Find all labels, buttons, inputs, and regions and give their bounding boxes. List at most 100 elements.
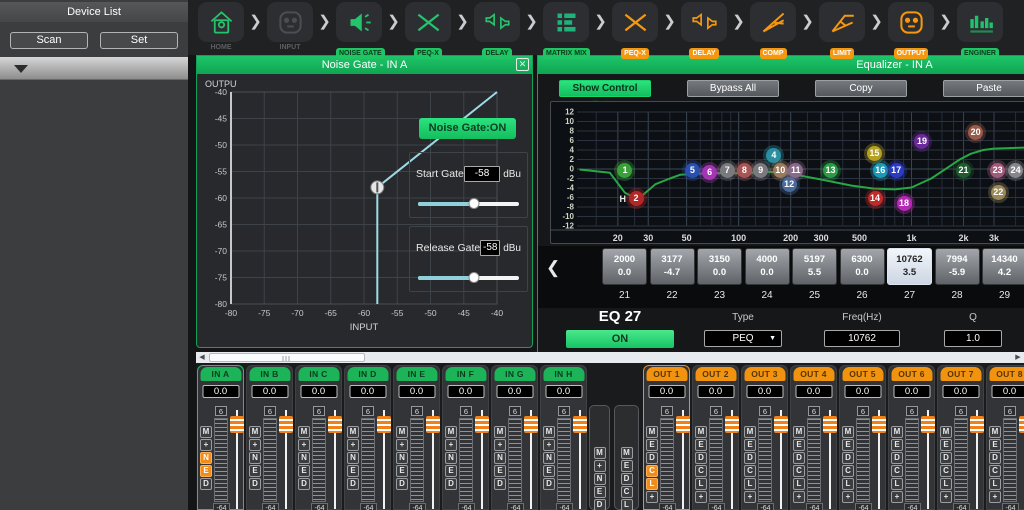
strip-button-c[interactable]: C bbox=[695, 465, 707, 477]
channel-gain-value[interactable]: 0.0 bbox=[545, 385, 582, 398]
strip-button-m[interactable]: M bbox=[200, 426, 212, 438]
strip-button-n[interactable]: N bbox=[543, 452, 555, 464]
strip-button-n[interactable]: N bbox=[396, 452, 408, 464]
eq-point-18[interactable]: 18 bbox=[897, 196, 912, 211]
scroll-right-icon[interactable]: ▶ bbox=[1013, 352, 1023, 363]
fader-handle[interactable] bbox=[426, 416, 440, 433]
channel-label[interactable]: OUT 4 bbox=[793, 367, 834, 381]
strip-button-c[interactable]: C bbox=[891, 465, 903, 477]
channel-gain-value[interactable]: 0.0 bbox=[844, 385, 881, 398]
start-gate-slider-thumb[interactable] bbox=[468, 198, 479, 209]
strip-button-l[interactable]: L bbox=[940, 478, 952, 490]
band-cell-24[interactable]: 40000.0 bbox=[745, 248, 790, 285]
strip-button-c[interactable]: C bbox=[842, 465, 854, 477]
fader-handle[interactable] bbox=[872, 416, 886, 433]
strip-button-d[interactable]: D bbox=[396, 478, 408, 490]
strip-button-m[interactable]: M bbox=[594, 447, 606, 459]
strip-button-n[interactable]: N bbox=[594, 473, 606, 485]
channel-gain-value[interactable]: 0.0 bbox=[795, 385, 832, 398]
strip-button-d[interactable]: D bbox=[594, 499, 606, 510]
channel-gain-value[interactable]: 0.0 bbox=[349, 385, 386, 398]
freq-input[interactable]: 10762 bbox=[824, 330, 900, 347]
strip-button-plus[interactable]: + bbox=[989, 491, 1001, 503]
strip-button-plus[interactable]: + bbox=[594, 460, 606, 472]
eq-point-5[interactable]: 5 bbox=[685, 163, 700, 178]
strip-button-d[interactable]: D bbox=[744, 452, 756, 464]
strip-button-e[interactable]: E bbox=[695, 439, 707, 451]
fader-handle[interactable] bbox=[921, 416, 935, 433]
strip-button-m[interactable]: M bbox=[842, 426, 854, 438]
release-gate-slider-thumb[interactable] bbox=[468, 272, 479, 283]
eq-point-10[interactable]: 10 bbox=[773, 163, 788, 178]
strip-button-d[interactable]: D bbox=[200, 478, 212, 490]
eq-point-21[interactable]: 21 bbox=[956, 163, 971, 178]
eq-point-15[interactable]: 15 bbox=[867, 146, 882, 161]
channel-label[interactable]: OUT 3 bbox=[744, 367, 785, 381]
strip-button-plus[interactable]: + bbox=[842, 491, 854, 503]
fader-handle[interactable] bbox=[279, 416, 293, 433]
strip-button-plus[interactable]: + bbox=[445, 439, 457, 451]
strip-button-c[interactable]: C bbox=[646, 465, 658, 477]
eq-point-14[interactable]: 14 bbox=[868, 191, 883, 206]
release-gate-input[interactable]: -58 bbox=[480, 240, 500, 256]
channel-label[interactable]: IN A bbox=[200, 367, 241, 381]
strip-button-plus[interactable]: + bbox=[646, 491, 658, 503]
eq-point-13[interactable]: 13 bbox=[823, 163, 838, 178]
strip-button-m[interactable]: M bbox=[347, 426, 359, 438]
strip-button-m[interactable]: M bbox=[621, 447, 633, 459]
band-cell-21[interactable]: 20000.0 bbox=[602, 248, 647, 285]
eq-point-19[interactable]: 19 bbox=[914, 134, 929, 149]
fader-handle[interactable] bbox=[475, 416, 489, 433]
strip-button-c[interactable]: C bbox=[989, 465, 1001, 477]
channel-label[interactable]: OUT 7 bbox=[940, 367, 981, 381]
channel-gain-value[interactable]: 0.0 bbox=[746, 385, 783, 398]
strip-button-d[interactable]: D bbox=[298, 478, 310, 490]
toolbar-item-home[interactable]: HOME bbox=[198, 2, 244, 51]
strip-button-d[interactable]: D bbox=[445, 478, 457, 490]
strip-button-d[interactable]: D bbox=[543, 478, 555, 490]
strip-button-d[interactable]: D bbox=[646, 452, 658, 464]
eq-point-8[interactable]: 8 bbox=[737, 163, 752, 178]
strip-button-plus[interactable]: + bbox=[793, 491, 805, 503]
channel-label[interactable]: IN H bbox=[543, 367, 584, 381]
channel-gain-value[interactable]: 0.0 bbox=[697, 385, 734, 398]
channel-gain-value[interactable]: 0.0 bbox=[893, 385, 930, 398]
fader-handle[interactable] bbox=[823, 416, 837, 433]
eq-point-22[interactable]: 22 bbox=[991, 185, 1006, 200]
fader-handle[interactable] bbox=[970, 416, 984, 433]
eq-point-7[interactable]: 7 bbox=[720, 163, 735, 178]
channel-label[interactable]: IN E bbox=[396, 367, 437, 381]
channel-gain-value[interactable]: 0.0 bbox=[496, 385, 533, 398]
eq-point-2[interactable]: 2H bbox=[629, 191, 644, 206]
eq-point-12[interactable]: 12 bbox=[782, 177, 797, 192]
strip-button-d[interactable]: D bbox=[940, 452, 952, 464]
show-control-point-button[interactable]: Show Control Point bbox=[559, 80, 651, 97]
toolbar-item-peq-x[interactable]: PEQ-X bbox=[405, 2, 451, 60]
scroll-left-icon[interactable]: ◀ bbox=[197, 352, 207, 363]
band-cell-26[interactable]: 63000.0 bbox=[840, 248, 885, 285]
strip-button-n[interactable]: N bbox=[445, 452, 457, 464]
equalizer-graph[interactable]: 121086420-2-4-6-8-10-1220305010020030050… bbox=[550, 101, 1024, 244]
strip-button-d[interactable]: D bbox=[347, 478, 359, 490]
fader-handle[interactable] bbox=[524, 416, 538, 433]
toolbar-item-delay[interactable]: DELAY bbox=[681, 2, 727, 60]
toolbar-item-comp[interactable]: COMP bbox=[750, 2, 796, 60]
band-cell-29[interactable]: 143404.2 bbox=[982, 248, 1024, 285]
noise-gate-power-button[interactable]: Noise Gate:ON bbox=[419, 118, 516, 139]
strip-button-e[interactable]: E bbox=[793, 439, 805, 451]
strip-button-plus[interactable]: + bbox=[891, 491, 903, 503]
toolbar-item-noise-gate[interactable]: NOISE GATE bbox=[336, 2, 382, 60]
strip-button-e[interactable]: E bbox=[744, 439, 756, 451]
strip-button-d[interactable]: D bbox=[249, 478, 261, 490]
strip-button-e[interactable]: E bbox=[298, 465, 310, 477]
strip-button-plus[interactable]: + bbox=[744, 491, 756, 503]
channel-gain-value[interactable]: 0.0 bbox=[648, 385, 685, 398]
strip-button-c[interactable]: C bbox=[793, 465, 805, 477]
channel-gain-value[interactable]: 0.0 bbox=[251, 385, 288, 398]
strip-button-n[interactable]: N bbox=[494, 452, 506, 464]
strip-button-m[interactable]: M bbox=[494, 426, 506, 438]
band-scroll-left-icon[interactable]: ❮ bbox=[546, 258, 560, 278]
strip-button-d[interactable]: D bbox=[891, 452, 903, 464]
strip-button-l[interactable]: L bbox=[621, 499, 633, 510]
channel-label[interactable]: OUT 6 bbox=[891, 367, 932, 381]
